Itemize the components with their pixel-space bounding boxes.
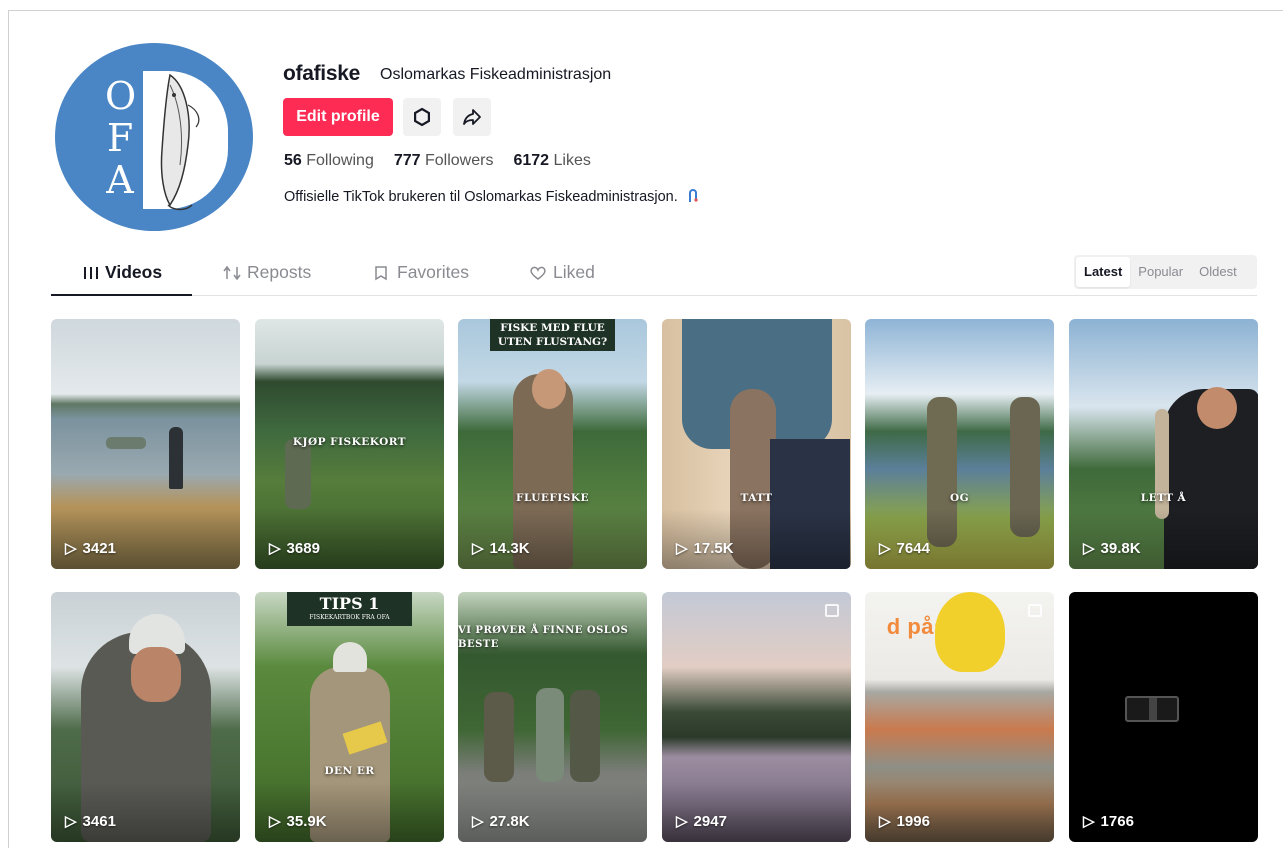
person-shape bbox=[285, 439, 311, 509]
video-caption: KJØP FISKEKORT bbox=[292, 436, 407, 448]
profile-stats: 56 Following 777 Followers 6172 Likes bbox=[284, 152, 591, 170]
sort-popular[interactable]: Popular bbox=[1130, 257, 1191, 287]
video-top-caption: FISKE MED FLUE UTEN FLUSTANG? bbox=[490, 319, 615, 351]
video-card[interactable]: VI PRØVER Å FINNE OSLOS BESTE ▷ 27.8K bbox=[458, 592, 647, 842]
view-count: ▷ 1996 bbox=[879, 812, 930, 831]
play-icon: ▷ bbox=[472, 813, 484, 830]
video-sort-selector: Latest Popular Oldest bbox=[1074, 255, 1257, 289]
play-icon: ▷ bbox=[472, 540, 484, 557]
view-count: ▷ 17.5K bbox=[676, 539, 734, 558]
video-caption: OG bbox=[949, 492, 970, 504]
cap-shape bbox=[333, 642, 367, 672]
photo-icon bbox=[825, 604, 839, 617]
fish-logo-icon bbox=[160, 73, 200, 211]
view-count: ▷ 14.3K bbox=[472, 539, 530, 558]
video-card[interactable]: TIPS 1 FISKEKARTBOK FRA OFA DEN ER ▷ 35.9… bbox=[255, 592, 444, 842]
tab-label: Reposts bbox=[247, 262, 312, 282]
view-count: ▷ 3689 bbox=[269, 539, 320, 558]
video-card[interactable]: ▷ 2947 bbox=[662, 592, 851, 842]
photo-icon bbox=[1028, 604, 1042, 617]
person-shape bbox=[484, 692, 514, 782]
share-profile-button[interactable] bbox=[453, 98, 491, 136]
likes-stat: 6172 Likes bbox=[513, 152, 590, 170]
following-count: 56 bbox=[284, 152, 302, 169]
play-icon: ▷ bbox=[1083, 813, 1095, 830]
play-icon: ▷ bbox=[65, 540, 77, 557]
play-icon: ▷ bbox=[65, 813, 77, 830]
video-caption: FLUEFISKE bbox=[515, 492, 589, 504]
video-caption: VI PRØVER Å FINNE OSLOS BESTE bbox=[458, 625, 629, 650]
video-card[interactable]: ▷ 1766 bbox=[1069, 592, 1258, 842]
hook-emoji-icon bbox=[688, 189, 698, 202]
profile-avatar[interactable]: O F A bbox=[55, 43, 253, 231]
profile-nickname: Oslomarkas Fiskeadministrasjon bbox=[380, 66, 612, 83]
grid-icon bbox=[84, 266, 98, 279]
video-caption: DEN ER bbox=[324, 765, 375, 777]
play-icon: ▷ bbox=[269, 813, 281, 830]
video-card[interactable]: LETT Å ▷ 39.8K bbox=[1069, 319, 1258, 569]
heart-icon bbox=[530, 266, 546, 280]
person-shape bbox=[536, 688, 564, 782]
play-icon: ▷ bbox=[879, 540, 891, 557]
bio-text: Offisielle TikTok brukeren til Oslomarka… bbox=[284, 189, 678, 205]
tab-label: Videos bbox=[105, 262, 163, 282]
video-card[interactable]: FISKE MED FLUE UTEN FLUSTANG? FLUEFISKE … bbox=[458, 319, 647, 569]
tab-label: Favorites bbox=[397, 262, 469, 282]
view-count: ▷ 35.9K bbox=[269, 812, 327, 831]
profile-username: ofafiske bbox=[283, 62, 360, 85]
play-icon: ▷ bbox=[1083, 540, 1095, 557]
tab-videos[interactable]: Videos bbox=[83, 262, 162, 283]
face-shape bbox=[1197, 387, 1237, 429]
repost-icon bbox=[223, 265, 241, 280]
view-count: ▷ 3421 bbox=[65, 539, 116, 558]
followers-label: Followers bbox=[425, 152, 494, 169]
play-icon: ▷ bbox=[676, 813, 688, 830]
view-count: ▷ 7644 bbox=[879, 539, 930, 558]
likes-label: Likes bbox=[553, 152, 591, 169]
active-tab-indicator bbox=[51, 294, 192, 296]
sort-latest[interactable]: Latest bbox=[1076, 257, 1131, 287]
following-stat[interactable]: 56 Following bbox=[284, 152, 374, 170]
tab-favorites[interactable]: Favorites bbox=[373, 262, 469, 283]
likes-count: 6172 bbox=[513, 152, 550, 169]
video-card[interactable]: ▷ 3461 bbox=[51, 592, 240, 842]
view-count: ▷ 39.8K bbox=[1083, 539, 1141, 558]
settings-button[interactable] bbox=[403, 98, 441, 136]
chick-toy-shape bbox=[935, 592, 1005, 672]
share-icon bbox=[463, 109, 481, 125]
profile-bio: Offisielle TikTok brukeren til Oslomarka… bbox=[284, 187, 700, 205]
play-icon: ▷ bbox=[269, 540, 281, 557]
video-top-caption: TIPS 1 FISKEKARTBOK FRA OFA bbox=[287, 592, 412, 626]
tab-label: Liked bbox=[553, 262, 595, 282]
tab-liked[interactable]: Liked bbox=[529, 262, 595, 283]
video-card[interactable]: OG ▷ 7644 bbox=[865, 319, 1054, 569]
followers-count: 777 bbox=[393, 152, 421, 169]
edit-profile-button[interactable]: Edit profile bbox=[283, 98, 393, 136]
play-icon: ▷ bbox=[676, 540, 688, 557]
person-shape bbox=[169, 427, 183, 489]
following-label: Following bbox=[306, 152, 374, 169]
face-shape bbox=[131, 647, 181, 702]
video-card[interactable]: ▷ 3421 bbox=[51, 319, 240, 569]
loading-bar bbox=[1149, 698, 1157, 720]
tab-reposts[interactable]: Reposts bbox=[223, 262, 311, 283]
avatar-letters: O F A bbox=[105, 74, 137, 202]
gear-icon bbox=[413, 107, 430, 127]
person-shape bbox=[570, 690, 600, 782]
video-caption: LETT Å bbox=[1140, 492, 1187, 504]
view-count: ▷ 3461 bbox=[65, 812, 116, 831]
bookmark-icon bbox=[375, 265, 387, 280]
sort-oldest[interactable]: Oldest bbox=[1191, 257, 1245, 287]
view-count: ▷ 1766 bbox=[1083, 812, 1134, 831]
followers-stat[interactable]: 777 Followers bbox=[394, 152, 494, 170]
play-icon: ▷ bbox=[879, 813, 891, 830]
video-card[interactable]: TATT ▷ 17.5K bbox=[662, 319, 851, 569]
view-count: ▷ 2947 bbox=[676, 812, 727, 831]
boat-shape bbox=[106, 437, 146, 449]
video-card[interactable]: KJØP FISKEKORT ▷ 3689 bbox=[255, 319, 444, 569]
video-caption: TATT bbox=[740, 492, 773, 504]
view-count: ▷ 27.8K bbox=[472, 812, 530, 831]
face-shape bbox=[532, 369, 566, 409]
video-card[interactable]: d påske ▷ 1996 bbox=[865, 592, 1054, 842]
